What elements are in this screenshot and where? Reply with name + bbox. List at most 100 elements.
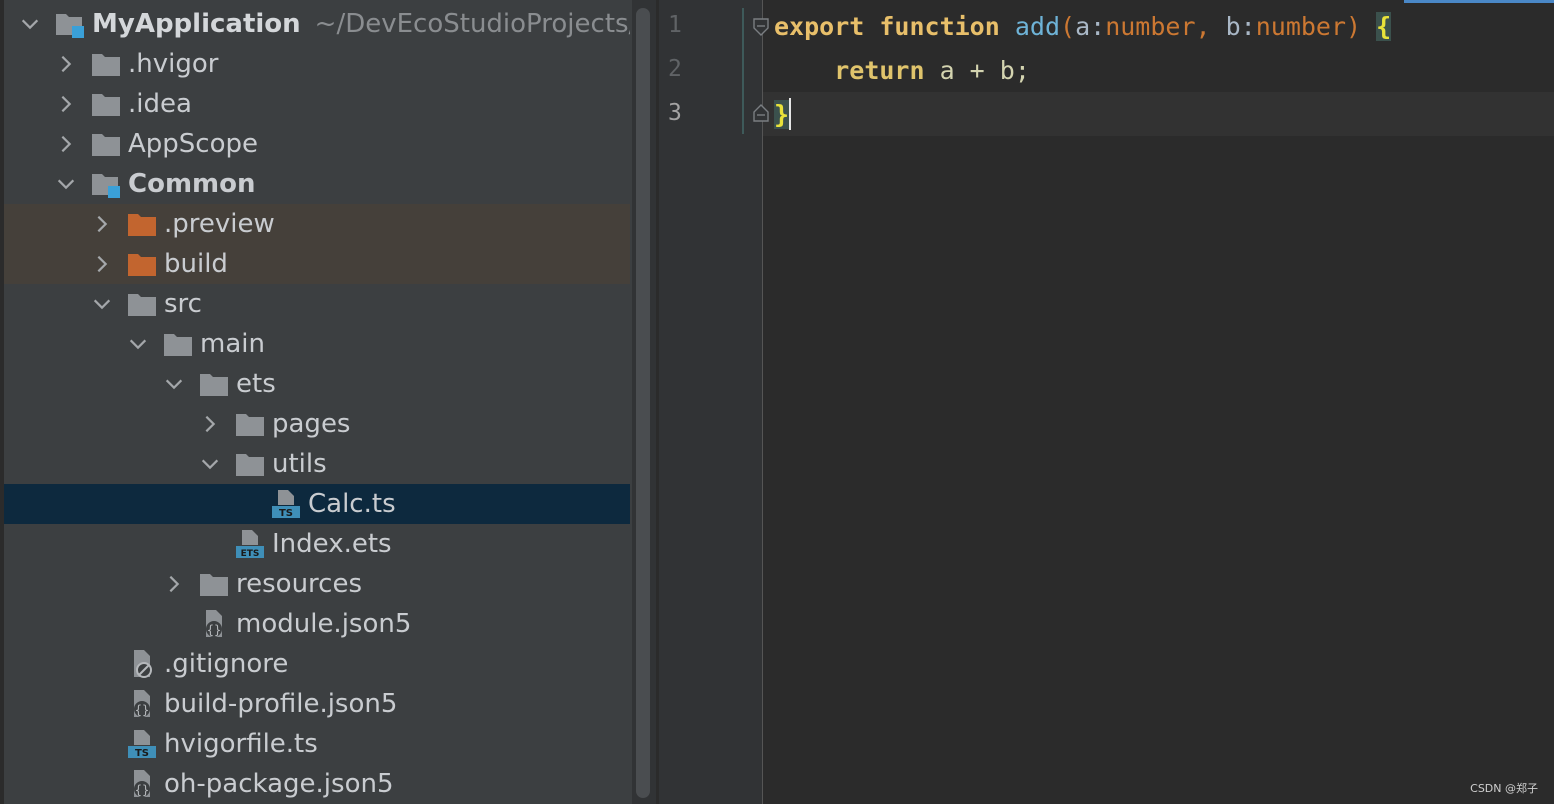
svg-text:ETS: ETS bbox=[241, 549, 260, 559]
ignore-file-icon bbox=[126, 649, 158, 679]
open-paren: ( bbox=[1060, 11, 1076, 41]
svg-text:{}: {} bbox=[207, 623, 221, 637]
tree-item-main[interactable]: main bbox=[4, 324, 630, 364]
tree-item-oh-package-json5[interactable]: {} oh-package.json5 bbox=[4, 764, 630, 804]
fold-collapse-icon[interactable] bbox=[753, 18, 769, 36]
chevron-right-icon[interactable] bbox=[198, 412, 222, 436]
chevron-down-icon[interactable] bbox=[126, 332, 150, 356]
tree-item-label: module.json5 bbox=[236, 609, 412, 639]
tree-item-build-profile-json5[interactable]: {} build-profile.json5 bbox=[4, 684, 630, 724]
tree-item-label: .preview bbox=[164, 209, 275, 239]
tree-item-label: ets bbox=[236, 369, 276, 399]
chevron-right-icon[interactable] bbox=[162, 572, 186, 596]
json-file-icon: {} bbox=[198, 609, 230, 639]
tree-item-module-json5[interactable]: {} module.json5 bbox=[4, 604, 630, 644]
chevron-down-icon[interactable] bbox=[90, 292, 114, 316]
chevron-right-icon[interactable] bbox=[54, 132, 78, 156]
chevron-right-icon[interactable] bbox=[54, 52, 78, 76]
line-number: 2 bbox=[668, 56, 682, 82]
chevron-down-icon[interactable] bbox=[162, 372, 186, 396]
keyword-function: function bbox=[879, 11, 1000, 41]
type-b: number bbox=[1255, 11, 1347, 41]
chevron-down-icon[interactable] bbox=[18, 12, 42, 36]
folder-icon bbox=[162, 329, 194, 359]
tree-item-build[interactable]: build bbox=[4, 244, 630, 284]
tree-item-label: src bbox=[164, 289, 202, 319]
folder-icon bbox=[198, 569, 230, 599]
tree-item-label: hvigorfile.ts bbox=[164, 729, 318, 759]
code-line-3[interactable]: } bbox=[774, 94, 792, 134]
tree-item-index-ets[interactable]: ETS Index.ets bbox=[4, 524, 630, 564]
fold-range-indicator bbox=[742, 8, 744, 134]
tree-item-label: .gitignore bbox=[164, 649, 289, 679]
fold-end-icon[interactable] bbox=[753, 104, 769, 122]
return-expression: a + b; bbox=[924, 55, 1030, 85]
text-caret bbox=[789, 98, 792, 130]
current-line-highlight bbox=[763, 92, 1554, 136]
chevron-down-icon[interactable] bbox=[54, 172, 78, 196]
tree-item-common[interactable]: Common bbox=[4, 164, 630, 204]
excluded-folder-icon bbox=[126, 249, 158, 279]
keyword-export: export bbox=[774, 11, 865, 41]
tree-item-src[interactable]: src bbox=[4, 284, 630, 324]
project-tree-panel: MyApplication ~/DevEcoStudioProjects/M .… bbox=[0, 0, 632, 804]
tree-item-hvigor[interactable]: .hvigor bbox=[4, 44, 630, 84]
tree-item-calc-ts[interactable]: TS Calc.ts bbox=[4, 484, 630, 524]
ets-file-icon: ETS bbox=[234, 529, 266, 559]
line-number: 1 bbox=[668, 12, 682, 38]
folder-icon bbox=[234, 449, 266, 479]
tree-item-label: resources bbox=[236, 569, 363, 599]
line-number: 3 bbox=[668, 100, 682, 126]
typescript-file-icon: TS bbox=[270, 489, 302, 519]
tree-item-idea[interactable]: .idea bbox=[4, 84, 630, 124]
folder-icon bbox=[234, 409, 266, 439]
tree-item-preview[interactable]: .preview bbox=[4, 204, 630, 244]
svg-text:TS: TS bbox=[135, 748, 149, 759]
svg-text:{}: {} bbox=[135, 783, 149, 797]
chevron-right-icon[interactable] bbox=[90, 252, 114, 276]
keyword-return: return bbox=[834, 55, 925, 85]
tree-item-gitignore[interactable]: .gitignore bbox=[4, 644, 630, 684]
tree-item-label: AppScope bbox=[128, 129, 258, 159]
tree-item-utils[interactable]: utils bbox=[4, 444, 630, 484]
project-path: ~/DevEcoStudioProjects/M bbox=[314, 9, 630, 39]
tree-item-myapplication[interactable]: MyApplication ~/DevEcoStudioProjects/M bbox=[4, 4, 630, 44]
open-brace: { bbox=[1376, 11, 1392, 41]
folder-icon bbox=[90, 49, 122, 79]
tree-item-pages[interactable]: pages bbox=[4, 404, 630, 444]
tree-item-label: .idea bbox=[128, 89, 192, 119]
close-brace: } bbox=[774, 99, 790, 129]
tree-item-label: build bbox=[164, 249, 228, 279]
param-b: b: bbox=[1225, 11, 1256, 41]
excluded-folder-icon bbox=[126, 209, 158, 239]
chevron-right-icon[interactable] bbox=[54, 92, 78, 116]
code-line-1[interactable]: export function add(a: number, b: number) … bbox=[774, 6, 1392, 46]
tree-item-appscope[interactable]: AppScope bbox=[4, 124, 630, 164]
tree-item-hvigorfile-ts[interactable]: TS hvigorfile.ts bbox=[4, 724, 630, 764]
chevron-down-icon[interactable] bbox=[198, 452, 222, 476]
svg-text:TS: TS bbox=[279, 508, 293, 519]
comma: , bbox=[1195, 11, 1226, 41]
module-folder-icon bbox=[54, 9, 86, 39]
folder-icon bbox=[198, 369, 230, 399]
tree-item-label: MyApplication bbox=[92, 9, 301, 39]
tree-item-label: utils bbox=[272, 449, 327, 479]
module-folder-icon bbox=[90, 169, 122, 199]
json-file-icon: {} bbox=[126, 689, 158, 719]
function-name: add bbox=[1014, 11, 1061, 41]
tree-item-resources[interactable]: resources bbox=[4, 564, 630, 604]
json-file-icon: {} bbox=[126, 769, 158, 799]
tree-scrollbar-thumb[interactable] bbox=[636, 8, 650, 798]
typescript-file-icon: TS bbox=[126, 729, 158, 759]
tree-item-ets[interactable]: ets bbox=[4, 364, 630, 404]
chevron-right-icon[interactable] bbox=[90, 212, 114, 236]
param-a: a: bbox=[1075, 11, 1106, 41]
active-tab-indicator bbox=[1404, 0, 1554, 3]
tree-item-label: oh-package.json5 bbox=[164, 769, 394, 799]
folder-icon bbox=[126, 289, 158, 319]
svg-text:{}: {} bbox=[135, 703, 149, 717]
tree-item-label: Index.ets bbox=[272, 529, 392, 559]
tree-item-label: .hvigor bbox=[128, 49, 219, 79]
code-line-2[interactable]: return a + b; bbox=[774, 50, 1030, 90]
